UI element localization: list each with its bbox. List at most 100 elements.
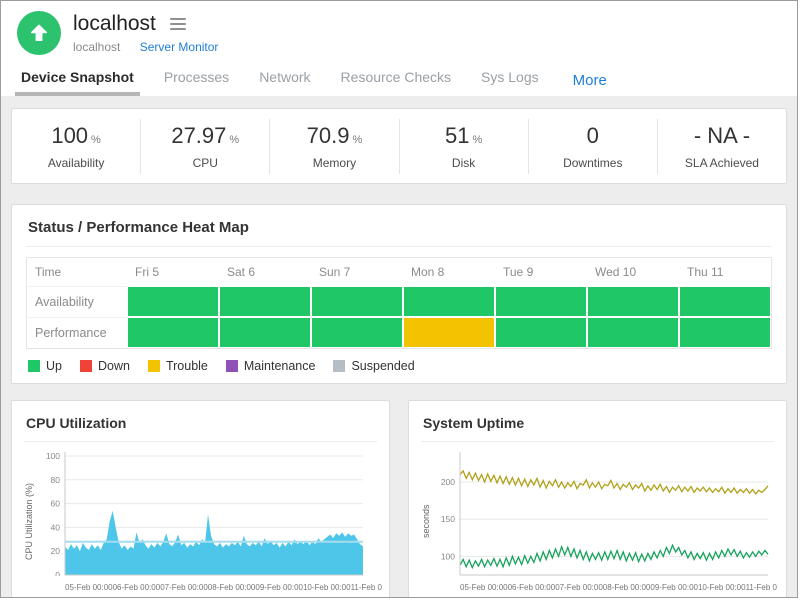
stat-label-memory: Memory <box>270 156 398 170</box>
legend-swatch-trouble <box>148 360 160 372</box>
heatmap-col-thu-11: Thu 11 <box>679 258 771 286</box>
heatmap-cell-availability-tue-9[interactable] <box>495 286 587 317</box>
svg-text:100: 100 <box>441 551 455 561</box>
x-tick-10-feb-00-00: 10-Feb 00:00 <box>698 583 746 592</box>
legend-swatch-down <box>80 360 92 372</box>
svg-text:0: 0 <box>55 570 60 576</box>
breadcrumb-category-link[interactable]: Server Monitor <box>140 40 219 54</box>
svg-text:100: 100 <box>46 451 60 461</box>
stat-memory: 70.9% Memory <box>270 119 399 174</box>
stat-value-availability: 100% <box>12 123 140 149</box>
page-body: 100%Availability27.97%CPU70.9%Memory51%D… <box>1 96 797 598</box>
breadcrumb: localhost Server Monitor <box>73 40 218 54</box>
legend-item-suspended: Suspended <box>333 359 414 373</box>
heatmap-col-mon-8: Mon 8 <box>403 258 495 286</box>
tab-network[interactable]: Network <box>257 63 312 96</box>
svg-text:20: 20 <box>51 546 61 556</box>
stat-downtimes: 0Downtimes <box>529 119 658 174</box>
heatmap-row-availability: Availability <box>27 286 127 317</box>
x-tick-07-feb-00-00: 07-Feb 00:00 <box>555 583 603 592</box>
cpu-chart-title: CPU Utilization <box>24 411 377 442</box>
heatmap-cell-availability-mon-8[interactable] <box>403 286 495 317</box>
x-tick-06-feb-00-00: 06-Feb 00:00 <box>508 583 556 592</box>
menu-icon[interactable] <box>168 16 188 32</box>
cpu-chart-xaxis: 05-Feb 00:0006-Feb 00:0007-Feb 00:0008-F… <box>65 583 365 592</box>
system-uptime-card: System Uptime seconds 100 150 200 05-Feb 0… <box>408 400 787 598</box>
tab-resource-checks[interactable]: Resource Checks <box>339 63 454 96</box>
cpu-chart-ylabel: CPU Utilization (%) <box>24 450 37 592</box>
page-title: localhost <box>73 12 156 36</box>
legend-item-down: Down <box>80 359 130 373</box>
tab-sys-logs[interactable]: Sys Logs <box>479 63 541 96</box>
heatmap-col-sun-7: Sun 7 <box>311 258 403 286</box>
heatmap-table: TimeFri 5Sat 6Sun 7Mon 8Tue 9Wed 10Thu 1… <box>26 257 772 349</box>
device-header: localhost localhost Server Monitor Devic… <box>1 1 797 96</box>
heatmap-cell-availability-wed-10[interactable] <box>587 286 679 317</box>
heatmap-cell-availability-fri-5[interactable] <box>127 286 219 317</box>
stat-disk: 51% Disk <box>400 119 529 174</box>
heatmap-legend: Up Down Trouble Maintenance Suspended <box>26 359 772 373</box>
stat-sla-achieved: - NA - SLA Achieved <box>658 119 786 174</box>
legend-swatch-up <box>28 360 40 372</box>
heatmap-col-wed-10: Wed 10 <box>587 258 679 286</box>
x-tick-11-feb-0: 11-Feb 0 <box>351 583 382 592</box>
stat-value-sla-achieved: - NA - <box>658 123 786 149</box>
stat-label-availability: Availability <box>12 156 140 170</box>
heatmap-col-fri-5: Fri 5 <box>127 258 219 286</box>
heatmap-col-time: Time <box>27 258 127 286</box>
tab-device-snapshot[interactable]: Device Snapshot <box>19 63 136 96</box>
summary-stats-card: 100%Availability27.97%CPU70.9%Memory51%D… <box>11 108 787 184</box>
stat-availability: 100% Availability <box>12 119 141 174</box>
uptime-chart-ylabel: seconds <box>421 450 434 592</box>
legend-item-maintenance: Maintenance <box>226 359 316 373</box>
heatmap-col-sat-6: Sat 6 <box>219 258 311 286</box>
device-status-avatar <box>17 11 61 55</box>
x-tick-10-feb-00-00: 10-Feb 00:00 <box>303 583 351 592</box>
heatmap-cell-performance-mon-8[interactable] <box>403 317 495 348</box>
heatmap-cell-performance-tue-9[interactable] <box>495 317 587 348</box>
stat-value-disk: 51% <box>400 123 528 149</box>
uptime-chart-title: System Uptime <box>421 411 774 442</box>
x-tick-08-feb-00-00: 08-Feb 00:00 <box>208 583 256 592</box>
heatmap-col-tue-9: Tue 9 <box>495 258 587 286</box>
svg-text:200: 200 <box>441 477 455 487</box>
heatmap-cell-performance-wed-10[interactable] <box>587 317 679 348</box>
stat-label-downtimes: Downtimes <box>529 156 657 170</box>
svg-text:150: 150 <box>441 514 455 524</box>
legend-item-up: Up <box>28 359 62 373</box>
heatmap-cell-availability-sun-7[interactable] <box>311 286 403 317</box>
x-tick-09-feb-00-00: 09-Feb 00:00 <box>650 583 698 592</box>
heatmap-cell-performance-thu-11[interactable] <box>679 317 771 348</box>
system-uptime-chart: 100 150 200 <box>434 450 772 576</box>
x-tick-05-feb-00-00: 05-Feb 00:00 <box>65 583 113 592</box>
legend-item-trouble: Trouble <box>148 359 208 373</box>
heatmap-cell-performance-sun-7[interactable] <box>311 317 403 348</box>
stat-cpu: 27.97% CPU <box>141 119 270 174</box>
tab-processes[interactable]: Processes <box>162 63 231 96</box>
svg-text:40: 40 <box>51 522 61 532</box>
x-tick-06-feb-00-00: 06-Feb 00:00 <box>113 583 161 592</box>
legend-swatch-maintenance <box>226 360 238 372</box>
stat-value-memory: 70.9% <box>270 123 398 149</box>
x-tick-08-feb-00-00: 08-Feb 00:00 <box>603 583 651 592</box>
heatmap-cell-availability-thu-11[interactable] <box>679 286 771 317</box>
heatmap-cell-availability-sat-6[interactable] <box>219 286 311 317</box>
svg-text:80: 80 <box>51 475 61 485</box>
tab-more[interactable]: More <box>567 66 609 96</box>
uptime-chart-xaxis: 05-Feb 00:0006-Feb 00:0007-Feb 00:0008-F… <box>460 583 770 592</box>
stat-label-cpu: CPU <box>141 156 269 170</box>
stat-label-disk: Disk <box>400 156 528 170</box>
stat-label-sla-achieved: SLA Achieved <box>658 156 786 170</box>
heatmap-card: Status / Performance Heat Map TimeFri 5S… <box>11 204 787 384</box>
heatmap-cell-performance-fri-5[interactable] <box>127 317 219 348</box>
cpu-utilization-chart: 020406080100 <box>37 450 367 576</box>
tab-bar: Device Snapshot Processes Network Resource … <box>17 63 781 96</box>
heatmap-cell-performance-sat-6[interactable] <box>219 317 311 348</box>
app-window: localhost localhost Server Monitor Devic… <box>0 0 798 598</box>
x-tick-11-feb-0: 11-Feb 0 <box>746 583 777 592</box>
x-tick-09-feb-00-00: 09-Feb 00:00 <box>255 583 303 592</box>
stat-value-cpu: 27.97% <box>141 123 269 149</box>
x-tick-05-feb-00-00: 05-Feb 00:00 <box>460 583 508 592</box>
heatmap-title: Status / Performance Heat Map <box>26 215 772 247</box>
x-tick-07-feb-00-00: 07-Feb 00:00 <box>160 583 208 592</box>
